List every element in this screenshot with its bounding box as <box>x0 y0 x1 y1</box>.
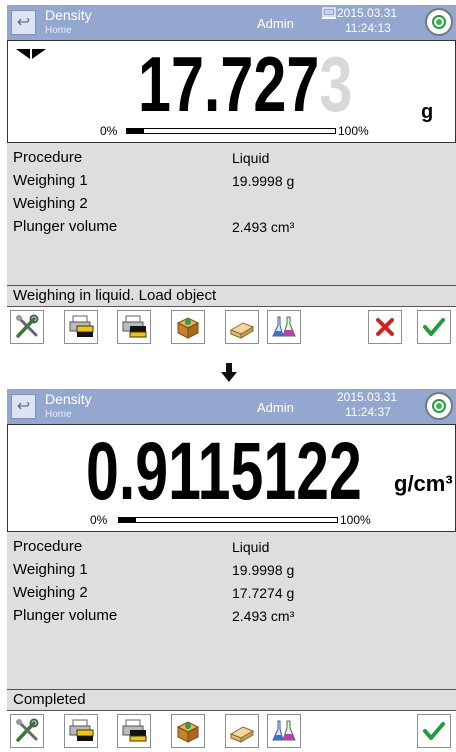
header-bar: ↩ Density Home Admin 2015.03.31 11:24:13 <box>7 5 456 40</box>
tools-icon <box>16 314 39 338</box>
density-display: 0.9115122 g/cm³ 0% 100% <box>7 424 456 532</box>
cancel-icon <box>376 318 394 336</box>
database-box-icon <box>176 721 200 743</box>
computer-connection-icon <box>322 7 337 20</box>
weight-unit: g <box>421 101 434 123</box>
tare-button[interactable] <box>225 714 259 748</box>
load-bar-fill <box>127 129 144 133</box>
scale-min-label: 0% <box>90 513 108 527</box>
database-box-icon <box>176 317 200 339</box>
header-bar: ↩ Density Home Admin 2015.03.31 11:24:37 <box>7 389 456 424</box>
date: 2015.03.31 <box>337 6 398 20</box>
scale-min-label: 0% <box>100 124 118 138</box>
scale-max-label: 100% <box>340 513 371 527</box>
status-indicator-icon[interactable] <box>425 392 453 420</box>
tare-button[interactable] <box>225 310 259 344</box>
tools-icon <box>16 718 39 742</box>
param-label: Weighing 1 <box>13 172 88 189</box>
density-flasks-icon <box>272 316 296 337</box>
param-label: Procedure <box>13 149 83 166</box>
stability-marker-icon <box>16 49 46 59</box>
confirm-button[interactable] <box>417 310 451 344</box>
param-value: 2.493 cm³ <box>232 219 295 235</box>
param-value: 17.7274 g <box>232 585 295 601</box>
weight-last-digit: 3 <box>319 40 353 128</box>
database-button[interactable] <box>171 714 205 748</box>
screen-before: ↩ Density Home Admin 2015.03.31 11:24:13… <box>7 5 456 351</box>
status-message: Completed <box>7 689 456 711</box>
eraser-tare-icon <box>229 726 255 743</box>
status-indicator-icon[interactable] <box>425 8 453 36</box>
confirm-icon <box>423 318 445 336</box>
home-logo-icon[interactable]: ↩ <box>11 394 36 419</box>
header-print-button[interactable] <box>64 310 98 344</box>
param-label: Weighing 2 <box>13 195 88 212</box>
confirm-icon <box>423 722 445 740</box>
toolbar <box>7 712 456 752</box>
param-value: Liquid <box>232 150 270 166</box>
load-bar <box>126 128 336 134</box>
app-subtitle: Home <box>45 409 72 420</box>
density-flasks-icon <box>272 720 296 741</box>
param-label: Weighing 1 <box>13 561 88 578</box>
param-label: Plunger volume <box>13 218 118 235</box>
app-title: Density <box>45 7 92 23</box>
printer-header-icon <box>69 315 94 337</box>
param-value: 19.9998 g <box>232 562 295 578</box>
load-bar <box>118 517 338 523</box>
toolbar <box>7 308 456 348</box>
weight-reading: 17.7273 <box>138 45 352 123</box>
time: 11:24:37 <box>345 405 391 419</box>
printer-header-icon <box>69 719 94 741</box>
param-label: Plunger volume <box>13 607 118 624</box>
density-reading: 0.9115122 <box>86 431 362 513</box>
parameters-panel: Procedure Liquid Weighing 1 19.9998 g We… <box>7 532 456 689</box>
user-name[interactable]: Admin <box>257 400 294 415</box>
param-value: Liquid <box>232 539 270 555</box>
settings-button[interactable] <box>10 310 44 344</box>
status-message: Weighing in liquid. Load object <box>7 285 456 307</box>
settings-button[interactable] <box>10 714 44 748</box>
header-print-button[interactable] <box>64 714 98 748</box>
weight-display: 17.7273 g 0% 100% <box>7 40 456 143</box>
date: 2015.03.31 <box>337 390 398 404</box>
screen-after: ↩ Density Home Admin 2015.03.31 11:24:37… <box>7 389 456 752</box>
param-label: Procedure <box>13 538 83 555</box>
footer-print-button[interactable] <box>117 714 151 748</box>
density-unit: g/cm³ <box>394 471 453 496</box>
confirm-button[interactable] <box>417 714 451 748</box>
printer-footer-icon <box>122 719 147 742</box>
app-title: Density <box>45 391 92 407</box>
parameters-panel: Procedure Liquid Weighing 1 19.9998 g We… <box>7 143 456 285</box>
eraser-tare-icon <box>229 322 255 339</box>
printer-footer-icon <box>122 315 147 338</box>
app-subtitle: Home <box>45 25 72 36</box>
weight-value: 17.727 <box>138 40 320 128</box>
scale-max-label: 100% <box>338 124 369 138</box>
param-value: 2.493 cm³ <box>232 608 295 624</box>
home-logo-icon[interactable]: ↩ <box>11 10 36 35</box>
database-button[interactable] <box>171 310 205 344</box>
param-label: Weighing 2 <box>13 584 88 601</box>
footer-print-button[interactable] <box>117 310 151 344</box>
user-name[interactable]: Admin <box>257 16 294 31</box>
load-bar-fill <box>119 518 137 522</box>
density-button[interactable] <box>267 310 301 344</box>
time: 11:24:13 <box>345 21 391 35</box>
density-button[interactable] <box>267 714 301 748</box>
transition-arrow-icon <box>221 363 237 382</box>
param-value: 19.9998 g <box>232 173 295 189</box>
density-value: 0.9115122 <box>86 426 362 517</box>
cancel-button[interactable] <box>368 310 402 344</box>
